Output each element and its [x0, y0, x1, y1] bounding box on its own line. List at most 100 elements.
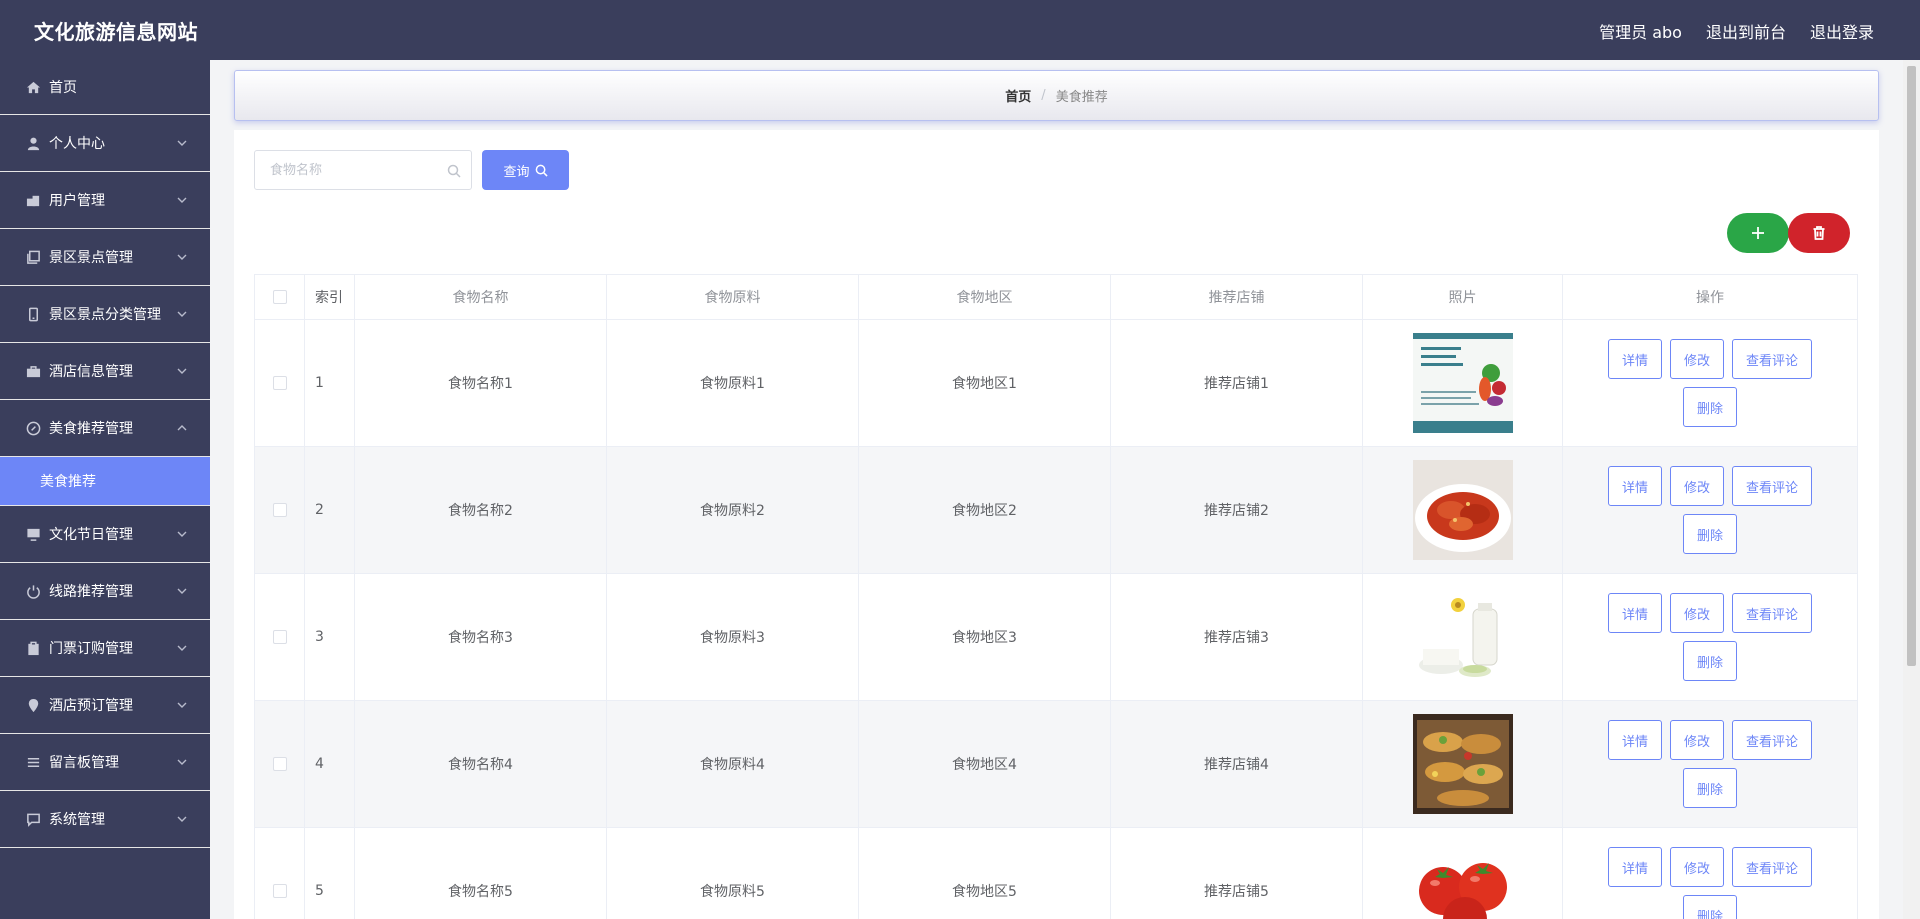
row-checkbox[interactable]	[272, 503, 287, 517]
breadcrumb-separator: /	[1041, 88, 1046, 103]
delete-button[interactable]: 删除	[1682, 387, 1737, 427]
cell-photo	[1362, 700, 1563, 828]
sidebar-item-label: 景区景点管理	[49, 250, 133, 266]
sidebar-item-route-management[interactable]: 线路推荐管理	[0, 563, 210, 620]
cell-ingredients: 食物原料5	[606, 827, 859, 919]
add-button[interactable]	[1727, 213, 1789, 253]
delete-button[interactable]: 删除	[1682, 895, 1737, 919]
sidebar-item-ticket-management[interactable]: 门票订购管理	[0, 620, 210, 677]
sidebar-item-label: 个人中心	[49, 136, 105, 152]
logout-link[interactable]: 退出登录	[1810, 19, 1874, 43]
food-name-search-input[interactable]	[255, 151, 435, 189]
detail-button[interactable]: 详情	[1607, 720, 1662, 760]
delete-button[interactable]: 删除	[1682, 641, 1737, 681]
view-comments-button[interactable]: 查看评论	[1732, 339, 1813, 379]
main-panel: 查询 索引 食物名称 食物原料 食物地区 推荐店铺 照片 操作 1	[234, 130, 1879, 919]
admin-user-label[interactable]: 管理员 abo	[1599, 19, 1682, 43]
cell-name: 食物名称3	[354, 573, 607, 701]
sidebar-item-scenic-management[interactable]: 景区景点管理	[0, 229, 210, 286]
delete-button[interactable]: 删除	[1682, 768, 1737, 808]
detail-button[interactable]: 详情	[1607, 466, 1662, 506]
view-comments-button[interactable]: 查看评论	[1732, 720, 1813, 760]
search-icon	[447, 163, 461, 178]
sidebar-item-food-recommend-management[interactable]: 美食推荐管理	[0, 400, 210, 457]
edit-button[interactable]: 修改	[1669, 593, 1724, 633]
cell-store: 推荐店铺3	[1110, 573, 1363, 701]
cell-actions: 详情 修改 查看评论 删除	[1562, 827, 1858, 919]
header-ingredients: 食物原料	[606, 274, 859, 320]
query-button-label: 查询	[503, 164, 530, 180]
vegetables-poster-image[interactable]	[1412, 333, 1513, 433]
cell-ingredients: 食物原料4	[606, 700, 859, 828]
sidebar-item-hotel-info-management[interactable]: 酒店信息管理	[0, 343, 210, 400]
cell-ingredients: 食物原料2	[606, 446, 859, 574]
row-actions: 详情 修改 查看评论 删除	[1590, 466, 1830, 554]
sidebar-item-system-management[interactable]: 系统管理	[0, 791, 210, 848]
sidebar-item-home[interactable]: 首页	[0, 60, 210, 115]
clipboard-icon	[24, 639, 42, 657]
sidebar-item-label: 门票订购管理	[49, 641, 133, 657]
chevron-down-icon	[176, 699, 188, 711]
milk-and-cheese-image[interactable]	[1412, 587, 1513, 687]
users-icon	[24, 191, 42, 209]
row-select-cell	[254, 573, 305, 701]
cell-name: 食物名称4	[354, 700, 607, 828]
row-checkbox[interactable]	[272, 630, 287, 644]
page-scrollbar[interactable]	[1903, 60, 1920, 919]
delete-button[interactable]: 删除	[1682, 514, 1737, 554]
row-select-cell	[254, 827, 305, 919]
edit-button[interactable]: 修改	[1669, 720, 1724, 760]
sidebar-item-label: 留言板管理	[49, 755, 119, 771]
cell-actions: 详情 修改 查看评论 删除	[1562, 700, 1858, 828]
breadcrumb-home[interactable]: 首页	[1005, 86, 1031, 105]
to-front-link[interactable]: 退出到前台	[1706, 19, 1786, 43]
header-name: 食物名称	[354, 274, 607, 320]
sidebar-subitem-food-recommend[interactable]: 美食推荐	[0, 457, 210, 506]
chevron-down-icon	[176, 365, 188, 377]
chat-icon	[24, 810, 42, 828]
cell-photo	[1362, 827, 1563, 919]
view-comments-button[interactable]: 查看评论	[1732, 593, 1813, 633]
select-all-checkbox[interactable]	[272, 290, 287, 304]
chevron-down-icon	[176, 813, 188, 825]
row-checkbox[interactable]	[272, 376, 287, 390]
edit-button[interactable]: 修改	[1669, 339, 1724, 379]
sidebar-item-scenic-category-management[interactable]: 景区景点分类管理	[0, 286, 210, 343]
chevron-down-icon	[176, 585, 188, 597]
cell-actions: 详情 修改 查看评论 删除	[1562, 446, 1858, 574]
detail-button[interactable]: 详情	[1607, 339, 1662, 379]
edit-button[interactable]: 修改	[1669, 847, 1724, 887]
sidebar-item-label: 美食推荐管理	[49, 421, 133, 437]
sidebar-item-label: 线路推荐管理	[49, 584, 133, 600]
chevron-down-icon	[176, 251, 188, 263]
scrollbar-thumb[interactable]	[1907, 66, 1916, 666]
cell-name: 食物名称2	[354, 446, 607, 574]
sidebar-item-festival-management[interactable]: 文化节日管理	[0, 506, 210, 563]
sidebar-item-personal-center[interactable]: 个人中心	[0, 115, 210, 172]
sidebar-item-hotel-booking-management[interactable]: 酒店预订管理	[0, 677, 210, 734]
detail-button[interactable]: 详情	[1607, 593, 1662, 633]
chevron-down-icon	[176, 642, 188, 654]
sidebar-item-user-management[interactable]: 用户管理	[0, 172, 210, 229]
sidebar-item-label: 酒店预订管理	[49, 698, 133, 714]
cell-index: 5	[304, 827, 355, 919]
row-actions: 详情 修改 查看评论 删除	[1590, 593, 1830, 681]
view-comments-button[interactable]: 查看评论	[1732, 466, 1813, 506]
cell-index: 3	[304, 573, 355, 701]
edit-button[interactable]: 修改	[1669, 466, 1724, 506]
cell-ingredients: 食物原料3	[606, 573, 859, 701]
row-checkbox[interactable]	[272, 757, 287, 771]
batch-delete-button[interactable]	[1788, 213, 1850, 253]
row-checkbox[interactable]	[272, 884, 287, 898]
top-links: 管理员 abo 退出到前台 退出登录	[1599, 19, 1874, 43]
detail-button[interactable]: 详情	[1607, 847, 1662, 887]
tomatoes-image[interactable]	[1412, 841, 1513, 919]
sidebar-item-message-board-management[interactable]: 留言板管理	[0, 734, 210, 791]
tacos-tray-image[interactable]	[1412, 714, 1513, 814]
view-comments-button[interactable]: 查看评论	[1732, 847, 1813, 887]
query-button[interactable]: 查询	[482, 150, 569, 190]
cell-region: 食物地区2	[858, 446, 1111, 574]
braised-fish-dish-image[interactable]	[1412, 460, 1513, 560]
cell-actions: 详情 修改 查看评论 删除	[1562, 319, 1858, 447]
row-actions: 详情 修改 查看评论 删除	[1590, 720, 1830, 808]
